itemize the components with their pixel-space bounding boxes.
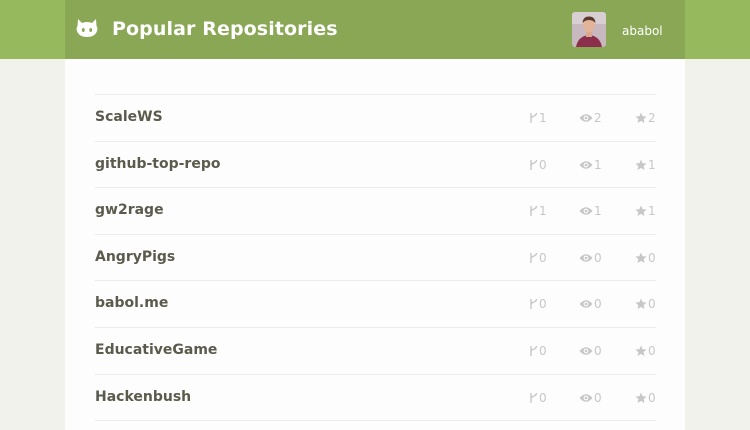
forks-value: 0 <box>539 343 547 358</box>
eye-icon <box>579 393 593 403</box>
fork-icon <box>529 112 538 124</box>
forks-count: 0 <box>529 158 547 172</box>
star-icon <box>635 159 647 171</box>
star-icon <box>635 392 647 404</box>
watchers-count: 0 <box>579 297 602 311</box>
repository-name[interactable]: AngryPigs <box>95 249 175 265</box>
forks-value: 0 <box>539 297 547 312</box>
stars-value: 2 <box>648 111 656 125</box>
forks-count: 1 <box>529 111 547 125</box>
repository-name[interactable]: babol.me <box>95 295 168 311</box>
stars-count: 1 <box>635 204 656 218</box>
forks-value: 1 <box>539 204 547 219</box>
watchers-value: 1 <box>594 157 602 172</box>
star-icon <box>635 112 647 124</box>
github-octocat-icon[interactable] <box>76 18 98 38</box>
repository-row[interactable]: ScaleWS 1 2 2 <box>95 95 656 142</box>
eye-icon <box>579 299 593 309</box>
forks-count: 0 <box>529 297 547 311</box>
stars-value: 0 <box>648 297 656 312</box>
watchers-count: 0 <box>579 344 602 358</box>
watchers-value: 0 <box>594 390 602 405</box>
stars-value: 1 <box>648 157 656 172</box>
repository-name[interactable]: github-top-repo <box>95 156 220 172</box>
repository-row[interactable]: gw2rage 1 1 1 <box>95 188 656 235</box>
repository-row[interactable]: babol.me 0 0 0 <box>95 281 656 328</box>
watchers-count: 2 <box>579 111 602 125</box>
watchers-count: 0 <box>579 391 602 405</box>
forks-value: 1 <box>539 111 547 125</box>
watchers-count: 1 <box>579 158 602 172</box>
forks-value: 0 <box>539 157 547 172</box>
stars-count: 0 <box>635 297 656 311</box>
repository-name[interactable]: Hackenbush <box>95 389 191 405</box>
fork-icon <box>529 252 538 264</box>
eye-icon <box>579 253 593 263</box>
watchers-value: 2 <box>594 111 602 125</box>
page-title: Popular Repositories <box>112 18 338 40</box>
fork-icon <box>529 159 538 171</box>
watchers-value: 0 <box>594 343 602 358</box>
stars-value: 1 <box>648 204 656 219</box>
username[interactable]: ababol <box>622 24 663 38</box>
eye-icon <box>579 113 593 123</box>
watchers-value: 0 <box>594 250 602 265</box>
repository-name[interactable]: gw2rage <box>95 202 164 218</box>
repository-list: ScaleWS 1 2 2 github-top-repo 0 1 1 gw2r… <box>95 94 656 422</box>
eye-icon <box>579 346 593 356</box>
watchers-count: 1 <box>579 204 602 218</box>
stars-count: 1 <box>635 158 656 172</box>
repository-row[interactable]: EducativeGame 0 0 0 <box>95 328 656 375</box>
fork-icon <box>529 345 538 357</box>
watchers-value: 0 <box>594 297 602 312</box>
eye-icon <box>579 206 593 216</box>
forks-value: 0 <box>539 250 547 265</box>
repository-name[interactable]: EducativeGame <box>95 342 217 358</box>
repository-name[interactable]: ScaleWS <box>95 109 163 125</box>
header: Popular Repositories ababol <box>65 0 685 59</box>
star-icon <box>635 252 647 264</box>
stars-value: 0 <box>648 390 656 405</box>
fork-icon <box>529 205 538 217</box>
stars-count: 0 <box>635 391 656 405</box>
stars-value: 0 <box>648 343 656 358</box>
forks-count: 0 <box>529 391 547 405</box>
eye-icon <box>579 160 593 170</box>
watchers-value: 1 <box>594 204 602 219</box>
avatar[interactable] <box>572 12 606 47</box>
stars-count: 0 <box>635 251 656 265</box>
watchers-count: 0 <box>579 251 602 265</box>
star-icon <box>635 205 647 217</box>
forks-count: 0 <box>529 251 547 265</box>
forks-value: 0 <box>539 390 547 405</box>
fork-icon <box>529 392 538 404</box>
repository-row[interactable]: github-top-repo 0 1 1 <box>95 142 656 189</box>
star-icon <box>635 345 647 357</box>
stars-value: 0 <box>648 250 656 265</box>
stars-count: 0 <box>635 344 656 358</box>
stars-count: 2 <box>635 111 656 125</box>
repository-row[interactable]: Hackenbush 0 0 0 <box>95 375 656 422</box>
star-icon <box>635 298 647 310</box>
repository-panel: ScaleWS 1 2 2 github-top-repo 0 1 1 gw2r… <box>65 59 685 430</box>
repository-row[interactable]: AngryPigs 0 0 0 <box>95 235 656 282</box>
forks-count: 0 <box>529 344 547 358</box>
fork-icon <box>529 298 538 310</box>
forks-count: 1 <box>529 204 547 218</box>
